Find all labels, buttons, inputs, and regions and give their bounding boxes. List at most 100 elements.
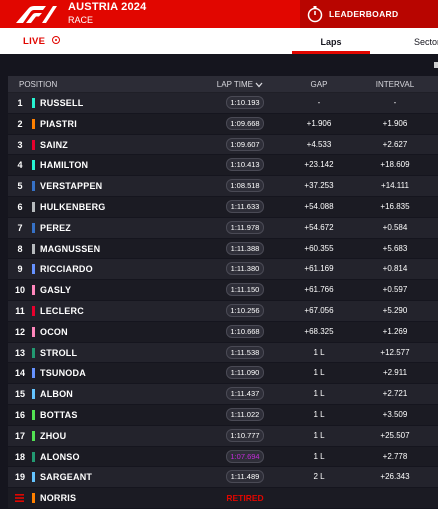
driver-name: STROLL <box>40 347 78 358</box>
gap-value: 1 L <box>313 368 325 378</box>
lap-time-pill: 1:11.489 <box>226 470 264 484</box>
driver-name: PEREZ <box>40 222 72 233</box>
lap-time-pill: 1:08.518 <box>226 179 264 193</box>
gap-value: +60.355 <box>304 243 334 253</box>
interval-value: +18.609 <box>380 160 410 170</box>
lap-time-pill: 1:07.694 <box>226 449 264 463</box>
lap-time-pill: 1:11.633 <box>226 199 264 213</box>
interval-value: +2.911 <box>382 368 408 378</box>
separator-strip <box>0 54 438 76</box>
interval-value: +16.835 <box>380 201 410 211</box>
gap-value: +61.169 <box>304 264 334 274</box>
table-rows: 1 RUSSELL 1:10.193 - - 2 PIASTRI 1:09.668 +1.906… <box>8 93 438 509</box>
driver-name: SARGEANT <box>40 472 93 483</box>
position-number: 16 <box>14 409 25 420</box>
top-bar: AUSTRIA 2024 RACE LEADERBOARD <box>0 0 438 28</box>
gap-value: 1 L <box>313 389 325 399</box>
driver-name: HULKENBERG <box>40 201 106 212</box>
table-row[interactable]: 11 LECLERC 1:10.256 +67.056 +5.290 <box>8 300 438 322</box>
driver-name: OCON <box>40 326 68 337</box>
table-row[interactable]: 1 RUSSELL 1:10.193 - - <box>8 93 438 114</box>
driver-name: SAINZ <box>40 139 68 150</box>
table-row-retired[interactable]: NORRIS RETIRED <box>8 488 438 509</box>
driver-name: ALONSO <box>40 451 80 462</box>
lap-time-pill: 1:11.978 <box>226 220 264 234</box>
table-row[interactable]: 13 STROLL 1:11.538 1 L +12.577 <box>8 342 438 364</box>
table-row[interactable]: 14 TSUNODA 1:11.090 1 L +2.911 <box>8 363 438 385</box>
interval-value: +5.290 <box>382 305 408 315</box>
team-color-swatch <box>32 118 35 129</box>
driver-name: ALBON <box>40 389 73 400</box>
driver-name: MAGNUSSEN <box>40 243 101 254</box>
table-row[interactable]: 3 SAINZ 1:09.607 +4.533 +2.627 <box>8 134 438 156</box>
table-row[interactable]: 18 ALONSO 1:07.694 1 L +2.778 <box>8 446 438 468</box>
gap-value: +54.088 <box>304 201 334 211</box>
team-color-swatch <box>32 389 35 400</box>
table-row[interactable]: 7 PEREZ 1:11.978 +54.672 +0.584 <box>8 217 438 239</box>
gap-value: +1.906 <box>306 118 332 128</box>
team-color-swatch <box>32 264 35 275</box>
interval-value: +0.584 <box>382 222 408 232</box>
team-color-swatch <box>32 451 35 462</box>
driver-name: RICCIARDO <box>40 264 93 275</box>
interval-value: +2.778 <box>382 451 408 461</box>
table-row[interactable]: 17 ZHOU 1:10.777 1 L +25.507 <box>8 425 438 447</box>
interval-header: INTERVAL <box>375 80 415 89</box>
team-color-swatch <box>32 305 35 316</box>
table-row[interactable]: 19 SARGEANT 1:11.489 2 L +26.343 <box>8 467 438 489</box>
position-header: POSITION <box>19 80 58 89</box>
leaderboard-button[interactable]: LEADERBOARD <box>300 0 438 28</box>
gap-value: +37.253 <box>304 181 334 191</box>
table-row[interactable]: 15 ALBON 1:11.437 1 L +2.721 <box>8 384 438 405</box>
team-color-swatch <box>32 285 35 296</box>
lap-time-pill: 1:11.022 <box>226 407 264 421</box>
leaderboard-table: POSITION LAP TIME GAP INTERVAL 1 RUSSELL 1… <box>8 76 438 509</box>
position-number: 1 <box>17 98 23 108</box>
gap-value: +54.672 <box>304 222 334 232</box>
interval-value: +12.577 <box>380 347 410 357</box>
interval-value: +2.627 <box>382 139 408 149</box>
gap-header: GAP <box>310 80 328 89</box>
interval-value: +26.343 <box>380 472 410 482</box>
tab-sectors[interactable]: Sectors <box>414 28 438 54</box>
stopwatch-icon <box>307 6 323 23</box>
lap-time-pill: 1:11.090 <box>226 366 264 380</box>
interval-value: +0.814 <box>382 264 408 274</box>
driver-name: LECLERC <box>40 305 84 316</box>
table-row[interactable]: 5 VERSTAPPEN 1:08.518 +37.253 +14.111 <box>8 176 438 197</box>
position-number: 17 <box>14 430 25 441</box>
gap-value: +23.142 <box>304 160 334 170</box>
team-color-swatch <box>32 139 35 150</box>
lap-time-pill: 1:11.538 <box>226 345 264 359</box>
lap-time-pill: 1:11.150 <box>226 283 264 297</box>
interval-value: +2.721 <box>382 389 408 399</box>
table-row[interactable]: 16 BOTTAS 1:11.022 1 L +3.509 <box>8 404 438 426</box>
table-row[interactable]: 4 HAMILTON 1:10.413 +23.142 +18.609 <box>8 155 438 177</box>
table-row[interactable]: 12 OCON 1:10.668 +68.325 +1.269 <box>8 321 438 343</box>
live-indicator-icon <box>52 36 60 44</box>
position-number: 4 <box>17 160 23 171</box>
team-color-swatch <box>32 430 35 441</box>
interval-value: +25.507 <box>380 430 410 440</box>
session-label: RACE <box>68 15 94 25</box>
interval-value: - <box>393 98 397 107</box>
team-color-swatch <box>32 201 35 212</box>
table-row[interactable]: 10 GASLY 1:11.150 +61.766 +0.597 <box>8 280 438 301</box>
table-row[interactable]: 9 RICCIARDO 1:11.380 +61.169 +0.814 <box>8 259 438 281</box>
gap-value: - <box>317 98 321 107</box>
interval-value: +0.597 <box>382 285 408 295</box>
gap-value: +68.325 <box>304 326 334 336</box>
team-color-swatch <box>32 409 35 420</box>
team-color-swatch <box>32 493 35 504</box>
position-number: 8 <box>17 243 23 254</box>
event-title: AUSTRIA 2024 <box>68 1 147 13</box>
table-row[interactable]: 6 HULKENBERG 1:11.633 +54.088 +16.835 <box>8 196 438 218</box>
table-row[interactable]: 2 PIASTRI 1:09.668 +1.906 +1.906 <box>8 113 438 135</box>
driver-name: TSUNODA <box>40 368 86 379</box>
tab-laps[interactable]: Laps <box>292 28 370 54</box>
table-row[interactable]: 8 MAGNUSSEN 1:11.388 +60.355 +5.683 <box>8 238 438 260</box>
lap-time-pill: 1:11.437 <box>226 387 264 401</box>
lap-time-header[interactable]: LAP TIME <box>206 80 274 89</box>
f1-logo-icon[interactable] <box>14 3 58 25</box>
gap-value: 2 L <box>313 472 325 482</box>
